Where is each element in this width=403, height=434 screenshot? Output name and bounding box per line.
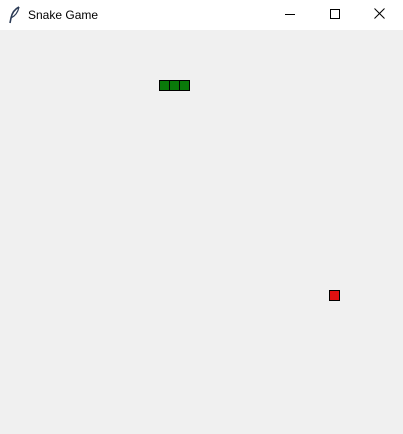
minimize-icon xyxy=(284,6,295,24)
game-canvas[interactable] xyxy=(0,30,403,434)
snake-game-window: Snake Game xyxy=(0,0,403,434)
minimize-button[interactable] xyxy=(267,0,312,30)
feather-icon xyxy=(8,6,22,24)
maximize-icon xyxy=(329,6,340,24)
food-item xyxy=(329,290,340,301)
close-icon xyxy=(374,6,385,24)
close-button[interactable] xyxy=(357,0,402,30)
maximize-button[interactable] xyxy=(312,0,357,30)
title-bar[interactable]: Snake Game xyxy=(0,0,403,30)
window-title: Snake Game xyxy=(28,8,99,22)
snake-head xyxy=(179,80,190,91)
